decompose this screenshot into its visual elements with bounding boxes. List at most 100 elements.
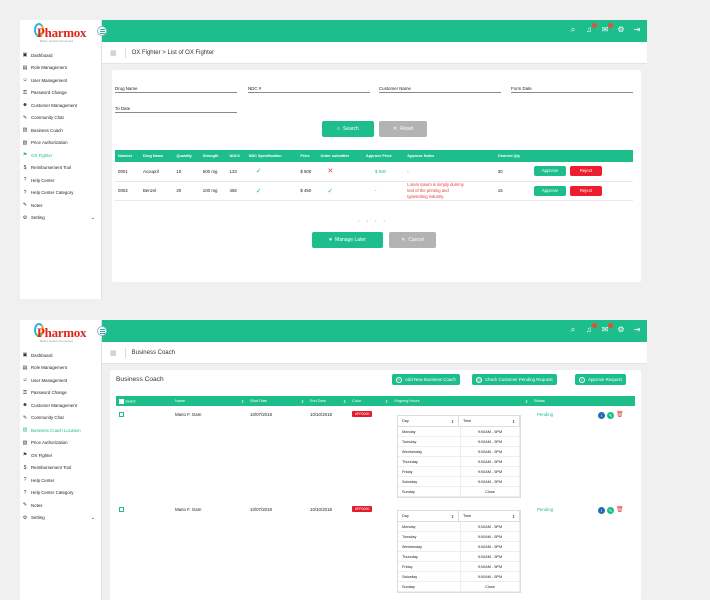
column-header[interactable]: Color ⇕ — [349, 396, 391, 406]
sort-icon[interactable]: ⇕ — [241, 399, 244, 404]
home-icon[interactable]: ▦ — [110, 349, 117, 357]
info-icon[interactable]: i — [598, 507, 605, 514]
check-pending-request-button[interactable]: ◷ Check Customer Pending Request — [472, 374, 557, 385]
time-select[interactable]: Time ⇕ — [459, 511, 520, 521]
column-header[interactable]: Select — [116, 396, 172, 406]
sidebar-item-role[interactable]: ▤ Role Management — [20, 62, 101, 75]
home-icon[interactable]: ▦ — [110, 49, 117, 57]
edit-icon[interactable]: ✎ — [607, 412, 614, 419]
sidebar-item-gear[interactable]: ⚙ Setting ⌄ — [20, 512, 101, 525]
cancel-button[interactable]: ✕ Cancel — [389, 232, 436, 248]
column-header[interactable]: Quantity — [173, 150, 200, 162]
sidebar-item-dashboard[interactable]: ▣ Dashboard — [20, 49, 101, 62]
column-header[interactable]: NDC# — [226, 150, 246, 162]
sidebar-item-help-category[interactable]: ? Help Center Category — [20, 187, 101, 200]
column-header[interactable]: Price — [297, 150, 318, 162]
column-header[interactable]: Approve Price — [362, 150, 405, 162]
column-header[interactable]: Drug Name — [139, 150, 174, 162]
form-date-field[interactable]: Form Date — [511, 75, 633, 93]
gear-icon[interactable]: ⚙ — [616, 325, 626, 335]
sidebar-item-chat[interactable]: ✎ Community Chat — [20, 412, 101, 425]
sidebar-item-chat[interactable]: ✎ Community Chat — [20, 112, 101, 125]
column-header[interactable]: Start Date ⇕ — [247, 396, 307, 406]
column-header[interactable]: Order submitter — [317, 150, 363, 162]
column-header[interactable]: Name ⇕ — [172, 396, 247, 406]
reject-button[interactable]: Reject — [569, 166, 602, 177]
to-date-field[interactable]: To Date — [115, 95, 237, 113]
time-select[interactable]: Time ⇕ — [459, 416, 520, 426]
logout-icon[interactable]: ⇥ — [632, 25, 642, 35]
sidebar-item-fighter[interactable]: ⚑ OX Fighter — [20, 449, 101, 462]
column-header[interactable]: Status — [531, 396, 635, 406]
mail-icon[interactable]: ✉ — [600, 23, 613, 35]
menu-toggle-icon[interactable] — [97, 26, 107, 36]
approve-button[interactable]: Approve — [533, 166, 566, 177]
price-icon: ▧ — [22, 439, 28, 446]
reject-button[interactable]: Reject — [569, 185, 602, 196]
menu-toggle-icon[interactable] — [97, 326, 107, 336]
column-header[interactable]: Ordered Qty — [494, 150, 531, 162]
sidebar-item-help-category[interactable]: ? Help Center Category — [20, 487, 101, 500]
gear-icon[interactable]: ⚙ — [616, 25, 626, 35]
select-all-checkbox[interactable] — [119, 398, 124, 404]
hours-row: Saturday 9:00AM - 5PM — [398, 572, 520, 582]
search-icon[interactable]: ⌕ — [568, 25, 578, 35]
bell-icon[interactable]: ♫ — [584, 23, 597, 35]
sidebar-item-customer[interactable]: ☻ Customer Management — [20, 399, 101, 412]
add-business-coach-button[interactable]: + Add New Business Coach — [392, 374, 460, 385]
sort-icon[interactable]: ⇕ — [385, 399, 388, 404]
column-header[interactable]: Approve Notes — [404, 150, 495, 162]
sidebar-item-users[interactable]: ☺ User Management — [20, 74, 101, 87]
sidebar-item-lock[interactable]: ⚿ Password Change — [20, 87, 101, 100]
sidebar-item-customer[interactable]: ☻ Customer Management — [20, 99, 101, 112]
search-button[interactable]: ⌕ Search — [322, 121, 374, 137]
drug-name-field[interactable]: Drug Name — [115, 75, 237, 93]
ndc-field[interactable]: NDC # — [248, 75, 370, 93]
sidebar-item-notes[interactable]: ✎ Notes — [20, 499, 101, 512]
sidebar-item-reimbursement[interactable]: $ Reimbursement Tool — [20, 462, 101, 475]
sidebar-item-coach[interactable]: ▥ Business Coach — [20, 124, 101, 137]
pagination[interactable]: • • • • — [358, 218, 388, 223]
sidebar-item-help[interactable]: ? Help Center — [20, 174, 101, 187]
logout-icon[interactable]: ⇥ — [632, 325, 642, 335]
sidebar-item-lock[interactable]: ⚿ Password Change — [20, 387, 101, 400]
info-icon[interactable]: i — [598, 412, 605, 419]
column-header[interactable]: End Date ⇕ — [307, 396, 349, 406]
edit-icon[interactable]: ✎ — [607, 507, 614, 514]
reset-button[interactable]: ✕ Reset — [379, 121, 427, 137]
column-header[interactable]: Number — [115, 150, 140, 162]
row-checkbox[interactable] — [119, 507, 124, 512]
sort-icon[interactable]: ⇕ — [301, 399, 304, 404]
day-select[interactable]: Day ⇕ — [398, 416, 459, 426]
day-select[interactable]: Day ⇕ — [398, 511, 459, 521]
chevron-down-icon: ⌄ — [90, 214, 95, 221]
sidebar-item-gear[interactable]: ⚙ Setting ⌄ — [20, 212, 101, 225]
column-header[interactable]: Ongoing Hours ⇕ — [391, 396, 531, 406]
customer-name-field[interactable]: Customer Name — [379, 75, 501, 93]
trash-icon[interactable]: 🗑 — [616, 412, 624, 419]
sidebar-item-help[interactable]: ? Help Center — [20, 474, 101, 487]
sidebar-item-role[interactable]: ▤ Role Management — [20, 362, 101, 375]
cell-ordered: 30 — [497, 168, 503, 174]
approve-button[interactable]: Approve — [533, 185, 566, 196]
sidebar-item-users[interactable]: ☺ User Management — [20, 374, 101, 387]
trash-icon[interactable]: 🗑 — [616, 507, 624, 514]
sort-icon[interactable]: ⇕ — [343, 399, 346, 404]
mail-icon[interactable]: ✉ — [600, 323, 613, 335]
sidebar-item-coach[interactable]: ▥ Business Coach Location — [20, 424, 101, 437]
sidebar-item-dashboard[interactable]: ▣ Dashboard — [20, 349, 101, 362]
column-header[interactable]: NDC Specification — [245, 150, 298, 162]
sidebar-item-price[interactable]: ▧ Price Authorization — [20, 137, 101, 150]
sidebar-item-fighter[interactable]: ⚑ OX Fighter — [20, 149, 101, 162]
search-icon[interactable]: ⌕ — [568, 325, 578, 335]
row-checkbox[interactable] — [119, 412, 124, 417]
sort-icon[interactable]: ⇕ — [525, 399, 528, 404]
manage-later-button[interactable]: ♥ Manage Later — [312, 232, 383, 248]
sidebar-item-price[interactable]: ▧ Price Authorization — [20, 437, 101, 450]
bell-icon[interactable]: ♫ — [584, 323, 597, 335]
column-header[interactable]: Strength — [199, 150, 227, 162]
sidebar-item-notes[interactable]: ✎ Notes — [20, 199, 101, 212]
sidebar-item-reimbursement[interactable]: $ Reimbursement Tool — [20, 162, 101, 175]
sidebar-item-label: Help Center Category — [31, 190, 74, 196]
approve-request-button[interactable]: ✓ Approve Request — [575, 374, 626, 385]
